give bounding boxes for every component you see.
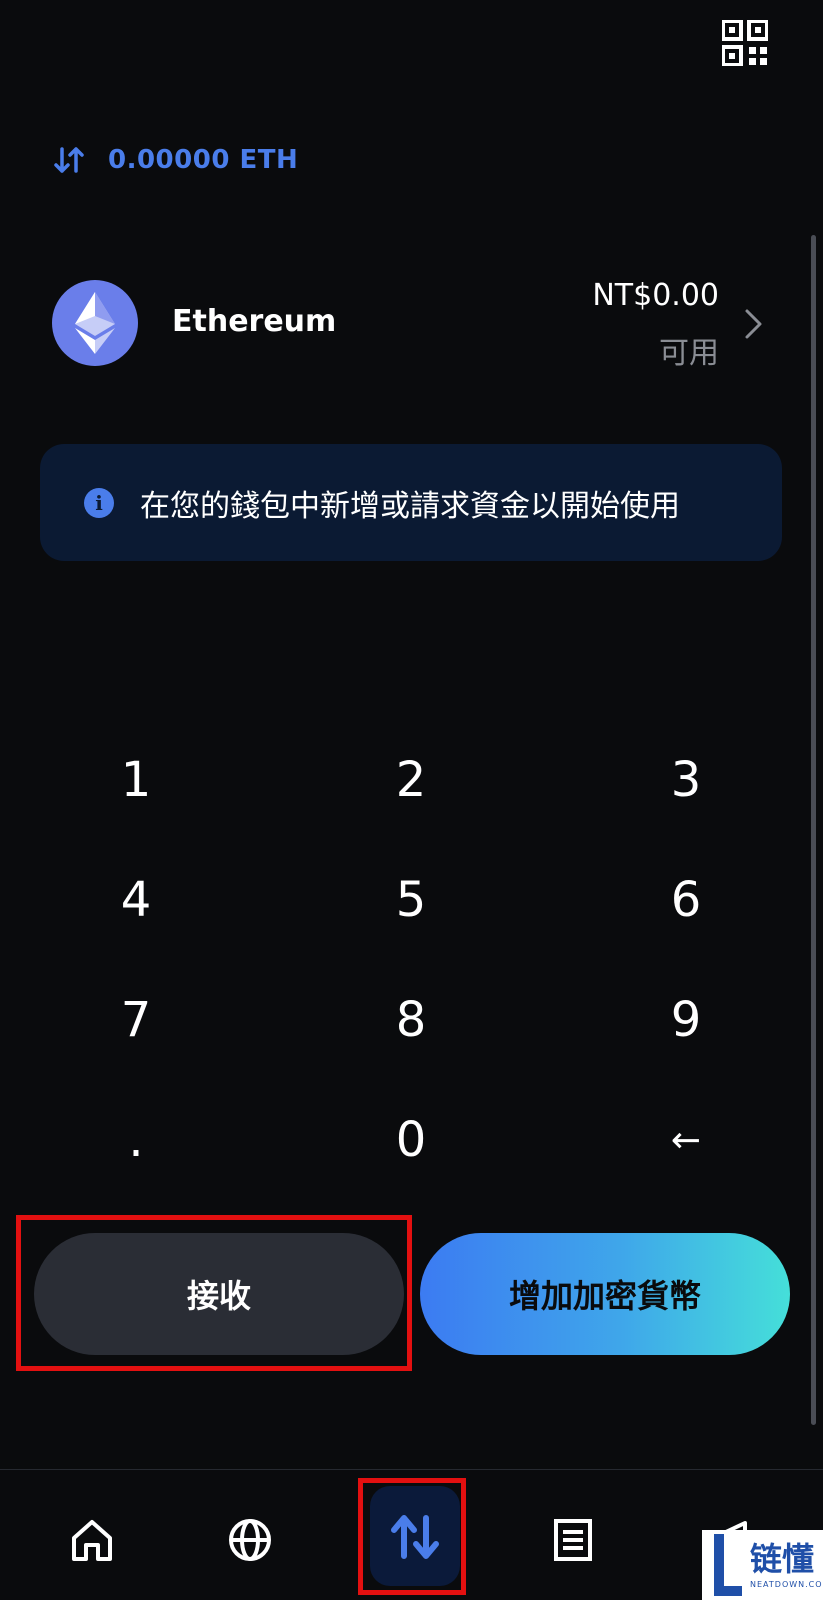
asset-value: NT$0.00 [592,278,719,313]
nav-divider [0,1469,823,1470]
key-9[interactable]: 9 [586,970,786,1070]
ethereum-logo [52,280,138,366]
amount-display[interactable]: 0.00000 ETH [52,140,298,180]
asset-name[interactable]: Ethereum [172,304,336,339]
qr-code-icon[interactable] [721,19,769,67]
watermark-text: 链懂 [750,1540,815,1578]
key-8[interactable]: 8 [311,970,511,1070]
scrollbar[interactable] [811,235,816,1425]
chevron-right-icon[interactable] [742,306,766,342]
key-3[interactable]: 3 [586,730,786,830]
add-crypto-button[interactable]: 增加加密貨幣 [420,1233,790,1355]
watermark-logo [714,1534,742,1596]
key-2[interactable]: 2 [311,730,511,830]
key-decimal[interactable]: . [36,1090,236,1190]
key-0[interactable]: 0 [311,1090,511,1190]
key-7[interactable]: 7 [36,970,236,1070]
amount-text: 0.00000 ETH [108,145,299,175]
list-icon[interactable] [545,1512,601,1568]
key-6[interactable]: 6 [586,850,786,950]
swap-icon[interactable] [52,143,86,177]
watermark: 链懂 NEATDOWN.COM [702,1530,823,1600]
key-1[interactable]: 1 [36,730,236,830]
info-banner: i 在您的錢包中新增或請求資金以開始使用 [40,444,782,561]
receive-highlight-box [16,1215,412,1371]
globe-icon[interactable] [222,1512,278,1568]
key-backspace[interactable]: ← [586,1090,786,1190]
available-label: 可用 [659,336,719,371]
trade-highlight-box [358,1478,466,1595]
key-5[interactable]: 5 [311,850,511,950]
home-icon[interactable] [64,1512,120,1568]
watermark-subtext: NEATDOWN.COM [750,1580,823,1589]
info-icon: i [84,487,114,518]
key-4[interactable]: 4 [36,850,236,950]
info-text: 在您的錢包中新增或請求資金以開始使用 [140,488,680,524]
